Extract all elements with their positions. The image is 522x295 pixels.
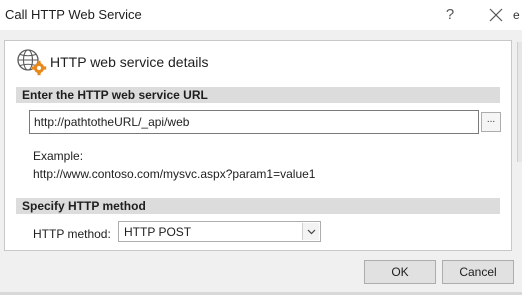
- window-title: Call HTTP Web Service: [5, 7, 142, 22]
- url-section-heading: Enter the HTTP web service URL: [16, 87, 500, 103]
- help-button[interactable]: ?: [440, 5, 460, 25]
- browse-button[interactable]: ...: [481, 112, 501, 132]
- background-window-edge-text: e: [513, 8, 520, 22]
- url-input[interactable]: http://pathtotheURL/_api/web: [29, 110, 479, 134]
- globe-gear-icon: [14, 47, 48, 77]
- method-section-heading: Specify HTTP method: [16, 198, 500, 214]
- panel-title: HTTP web service details: [50, 54, 209, 70]
- http-method-dropdown[interactable]: HTTP POST: [118, 221, 321, 242]
- example-url-text: http://www.contoso.com/mysvc.aspx?param1…: [33, 167, 316, 181]
- ok-button[interactable]: OK: [364, 260, 436, 284]
- chevron-down-icon[interactable]: [302, 223, 319, 240]
- cancel-button[interactable]: Cancel: [442, 260, 514, 284]
- http-method-selected-value: HTTP POST: [124, 225, 192, 239]
- http-method-label: HTTP method:: [33, 227, 111, 241]
- details-panel: HTTP web service details Enter the HTTP …: [4, 40, 512, 251]
- example-label: Example:: [33, 149, 84, 163]
- close-icon[interactable]: [486, 5, 506, 25]
- background-window-edge: [517, 42, 522, 162]
- title-bar: Call HTTP Web Service ? e: [0, 0, 522, 30]
